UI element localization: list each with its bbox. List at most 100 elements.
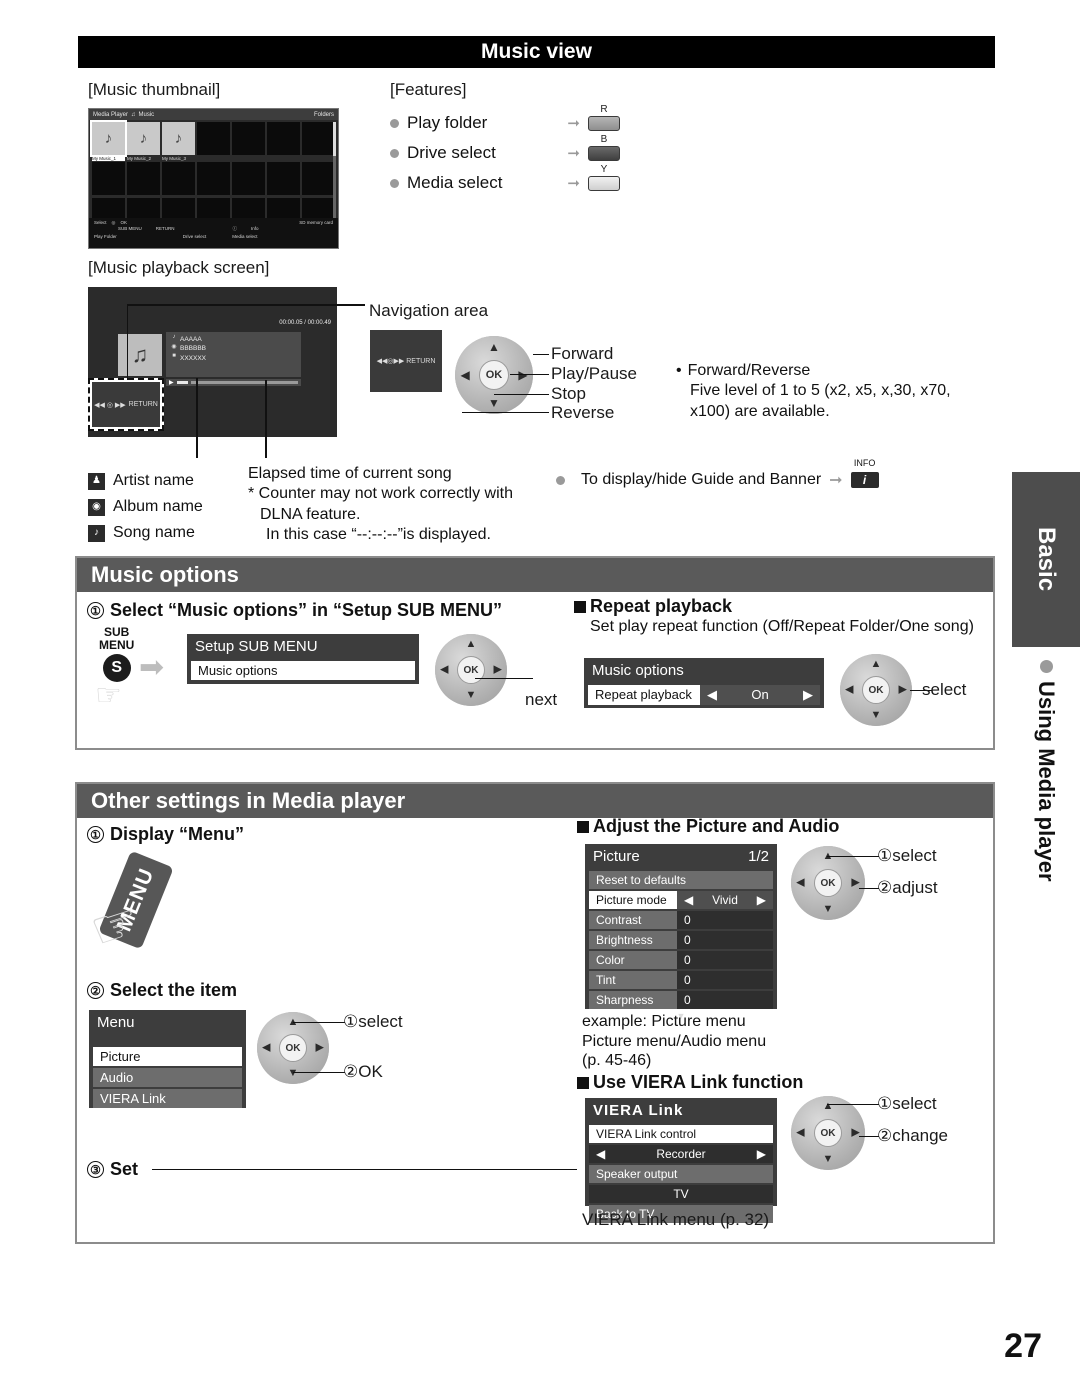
- sub-menu-key[interactable]: SUB MENU S ☞: [95, 625, 134, 713]
- picture-mode-value-cell[interactable]: ◀ Vivid ▶: [677, 891, 773, 909]
- picture-row-color[interactable]: Color 0: [589, 951, 773, 969]
- right-arrow-icon[interactable]: ▶: [757, 1147, 766, 1161]
- thumbnail-label: My Music_1: [92, 156, 125, 161]
- playback-progress-bar[interactable]: ▶: [166, 379, 301, 386]
- dpad-down-button[interactable]: ▼: [466, 689, 477, 701]
- progress-track[interactable]: [190, 381, 298, 384]
- thumbnail-item-empty[interactable]: [232, 162, 265, 195]
- blue-button-icon[interactable]: B: [588, 134, 620, 161]
- dpad-right-button[interactable]: ▶: [518, 369, 527, 381]
- picture-row-sharpness[interactable]: Sharpness 0: [589, 991, 773, 1009]
- dpad-left-button[interactable]: ◀: [796, 877, 804, 889]
- dpad-left-button[interactable]: ◀: [440, 664, 448, 676]
- dpad-right-button[interactable]: ▶: [316, 1042, 324, 1054]
- thumbnail-label: My Music_3: [162, 156, 187, 161]
- dpad-playback[interactable]: ▲ ▼ ◀ ▶ OK: [455, 336, 533, 414]
- note-icon: ♪: [172, 334, 176, 340]
- dpad-music-options[interactable]: ▲ ▼ ◀ ▶ OK: [435, 634, 507, 706]
- dpad-up-button[interactable]: ▲: [871, 659, 882, 670]
- thumbnail-label: My Music_2: [127, 156, 152, 161]
- dpad-icon: ◎: [111, 220, 116, 225]
- dpad-ok-button[interactable]: OK: [457, 656, 485, 684]
- repeat-playback-key: Repeat playback: [588, 685, 700, 705]
- callout-line: [265, 380, 267, 458]
- thumbnail-item-empty[interactable]: [127, 162, 160, 195]
- side-tab-basic[interactable]: Basic: [1012, 472, 1080, 647]
- repeat-playback-heading: Repeat playback: [590, 596, 733, 616]
- yellow-button-icon[interactable]: Y: [588, 164, 620, 191]
- dpad-left-button[interactable]: ◀: [460, 369, 469, 381]
- dpad-picture-adjust[interactable]: ▲ ▼ ◀ ▶ OK: [791, 846, 865, 920]
- step-number: ③: [87, 1161, 104, 1178]
- viera-link-control-value-row[interactable]: ◀ Recorder ▶: [589, 1145, 773, 1163]
- repeat-playback-value-cell[interactable]: ◀ On ▶: [700, 685, 820, 705]
- dpad-label-next: next: [525, 690, 558, 709]
- right-arrow-icon[interactable]: ▶: [803, 687, 813, 703]
- dpad-up-button[interactable]: ▲: [823, 1101, 834, 1112]
- picture-row-brightness[interactable]: Brightness 0: [589, 931, 773, 949]
- elapsed-note-l2: * Counter may not work correctly with: [248, 485, 513, 503]
- left-arrow-icon[interactable]: ◀: [707, 687, 717, 703]
- thumbnail-item-empty[interactable]: [267, 162, 300, 195]
- thumbnail-scrollbar[interactable]: [333, 122, 336, 227]
- thumbnail-item-empty[interactable]: [302, 162, 335, 195]
- repeat-playback-row[interactable]: Repeat playback ◀ On ▶: [588, 685, 820, 705]
- thumbnail-item-empty[interactable]: [197, 122, 230, 155]
- speaker-output-key[interactable]: Speaker output: [589, 1165, 773, 1183]
- dpad-label-reverse: Reverse: [551, 403, 615, 422]
- square-bullet-icon: [574, 600, 586, 613]
- setup-sub-menu-item-music-options[interactable]: Music options: [191, 661, 415, 680]
- picture-mode-row[interactable]: Picture mode ◀ Vivid ▶: [589, 891, 773, 909]
- dpad-ok-button[interactable]: OK: [479, 360, 509, 390]
- thumbnail-item-empty[interactable]: [232, 122, 265, 155]
- thumbnail-item[interactable]: ♪: [162, 122, 195, 155]
- thumbnail-item[interactable]: ♪: [127, 122, 160, 155]
- thumbnail-item-empty[interactable]: [162, 162, 195, 195]
- dpad-down-button[interactable]: ▼: [823, 903, 834, 915]
- menu-item-viera-link[interactable]: VIERA Link: [93, 1089, 242, 1108]
- dpad-down-button[interactable]: ▼: [288, 1067, 299, 1079]
- dpad-down-button[interactable]: ▼: [871, 709, 882, 721]
- dpad-right-button[interactable]: ▶: [851, 877, 859, 889]
- dpad-up-button[interactable]: ▲: [488, 341, 500, 353]
- footer-drive-select: Drive select: [182, 234, 207, 239]
- thumbnail-item-empty[interactable]: [302, 122, 335, 155]
- dpad-ok-button[interactable]: OK: [814, 1119, 842, 1147]
- footer-media-select: Media select: [232, 234, 258, 239]
- dpad-left-button[interactable]: ◀: [262, 1042, 270, 1054]
- dpad-label-select: select: [922, 680, 967, 699]
- dpad-right-button[interactable]: ▶: [899, 684, 907, 696]
- picture-row-contrast[interactable]: Contrast 0: [589, 911, 773, 929]
- viera-link-control-key[interactable]: VIERA Link control: [589, 1125, 773, 1143]
- info-button-icon[interactable]: i: [850, 472, 879, 488]
- picture-row-tint[interactable]: Tint 0: [589, 971, 773, 989]
- right-arrow-icon[interactable]: ▶: [757, 893, 766, 907]
- page-title-banner: Music view: [78, 36, 995, 68]
- red-button-label: R: [600, 103, 608, 115]
- row-key: Contrast: [589, 911, 677, 929]
- dpad-ok-button[interactable]: OK: [279, 1034, 307, 1062]
- callout-line: [127, 304, 128, 380]
- playback-legend: ♟ Artist name ◉ Album name ♪ Song name: [88, 468, 203, 546]
- red-button-icon[interactable]: R: [588, 104, 620, 131]
- thumbnail-item-empty[interactable]: [267, 122, 300, 155]
- dpad-repeat-playback[interactable]: ▲ ▼ ◀ ▶ OK: [840, 654, 912, 726]
- dpad-ok-button[interactable]: OK: [814, 869, 842, 897]
- dpad-ok-button[interactable]: OK: [862, 676, 890, 704]
- menu-item-audio[interactable]: Audio: [93, 1068, 242, 1087]
- dpad-up-button[interactable]: ▲: [466, 639, 477, 650]
- left-arrow-icon[interactable]: ◀: [684, 893, 693, 907]
- thumbnail-item[interactable]: ♪: [90, 120, 127, 157]
- thumbnail-item-empty[interactable]: [197, 162, 230, 195]
- thumbnail-item-empty[interactable]: [92, 162, 125, 195]
- dpad-viera-link[interactable]: ▲ ▼ ◀ ▶ OK: [791, 1096, 865, 1170]
- dpad-left-button[interactable]: ◀: [796, 1127, 804, 1139]
- picture-reset-to-defaults[interactable]: Reset to defaults: [589, 871, 773, 889]
- progress-knob[interactable]: [176, 381, 188, 384]
- dpad-left-button[interactable]: ◀: [845, 684, 853, 696]
- dpad-down-button[interactable]: ▼: [823, 1153, 834, 1165]
- menu-item-picture[interactable]: Picture: [93, 1047, 242, 1066]
- dpad-down-button[interactable]: ▼: [488, 397, 500, 409]
- dpad-right-button[interactable]: ▶: [494, 664, 502, 676]
- left-arrow-icon[interactable]: ◀: [596, 1147, 605, 1161]
